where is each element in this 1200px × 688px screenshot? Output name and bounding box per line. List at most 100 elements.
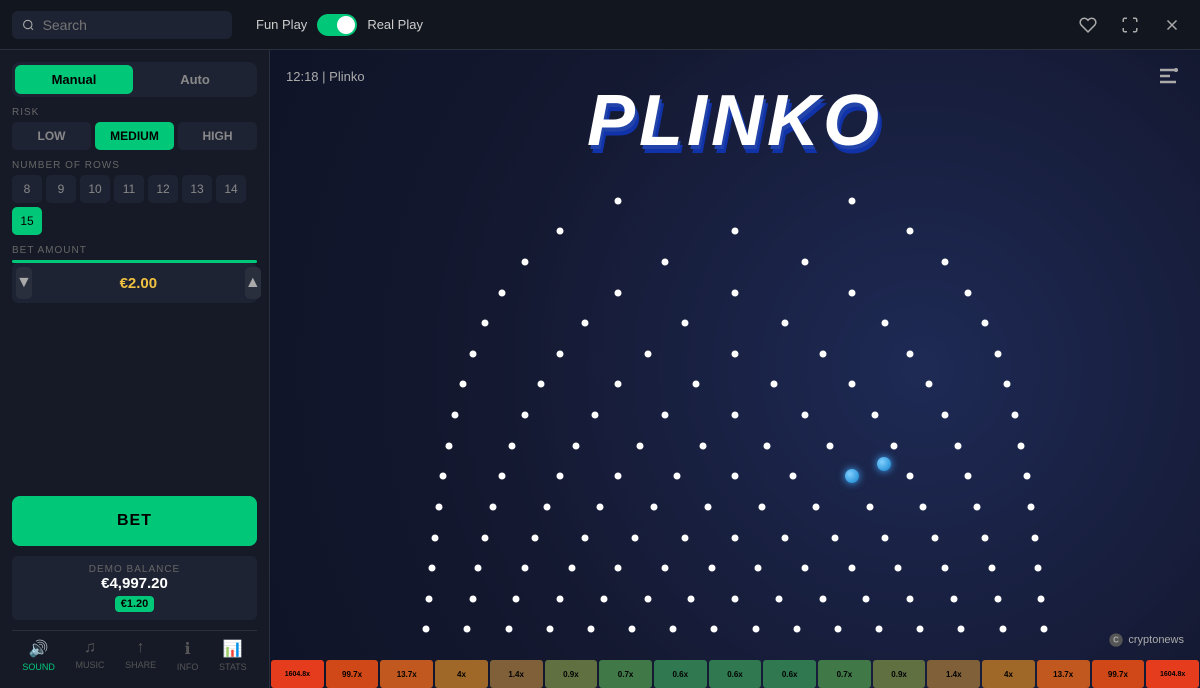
peg — [615, 197, 622, 204]
peg — [482, 320, 489, 327]
peg — [464, 626, 471, 633]
peg — [537, 381, 544, 388]
bet-decrease-button[interactable]: ▼ — [16, 267, 32, 299]
mode-toggle-switch[interactable] — [317, 14, 357, 36]
ball — [877, 457, 891, 471]
game-time-title: 12:18 | Plinko — [286, 69, 365, 84]
peg — [732, 228, 739, 235]
bet-amount-input[interactable] — [38, 275, 239, 292]
bucket-15: 99.7x — [1092, 660, 1145, 688]
nav-sound[interactable]: 🔊 SOUND — [22, 639, 55, 672]
balance-badge: €1.20 — [115, 596, 155, 612]
peg — [428, 565, 435, 572]
peg — [636, 442, 643, 449]
peg — [1028, 503, 1035, 510]
bet-increase-button[interactable]: ▲ — [245, 267, 261, 299]
peg — [907, 595, 914, 602]
search-input[interactable] — [43, 17, 222, 33]
peg — [863, 595, 870, 602]
peg — [705, 503, 712, 510]
risk-high[interactable]: HIGH — [178, 122, 257, 150]
bucket-5: 0.9x — [545, 660, 598, 688]
peg — [958, 626, 965, 633]
peg — [965, 473, 972, 480]
bucket-10: 0.7x — [818, 660, 871, 688]
tab-manual[interactable]: Manual — [15, 65, 133, 94]
row-13[interactable]: 13 — [182, 175, 212, 203]
peg — [708, 565, 715, 572]
peg — [445, 442, 452, 449]
peg — [440, 473, 447, 480]
bet-amount-label: BET AMOUNT — [12, 245, 257, 256]
row-9[interactable]: 9 — [46, 175, 76, 203]
favorite-button[interactable] — [1072, 9, 1104, 41]
peg — [1038, 595, 1045, 602]
peg — [568, 565, 575, 572]
peg — [546, 626, 553, 633]
row-10[interactable]: 10 — [80, 175, 110, 203]
nav-share[interactable]: ↑ SHARE — [125, 639, 156, 672]
close-button[interactable] — [1156, 9, 1188, 41]
demo-balance-amount: €4,997.20 — [20, 575, 249, 592]
peg — [882, 534, 889, 541]
peg — [459, 381, 466, 388]
game-menu-icon[interactable] — [1152, 60, 1184, 92]
row-14[interactable]: 14 — [216, 175, 246, 203]
row-11[interactable]: 11 — [114, 175, 144, 203]
risk-section: RISK LOW MEDIUM HIGH — [12, 107, 257, 150]
peg — [848, 381, 855, 388]
peg — [782, 320, 789, 327]
peg — [1035, 565, 1042, 572]
peg — [688, 595, 695, 602]
peg — [509, 442, 516, 449]
peg — [942, 565, 949, 572]
risk-medium[interactable]: MEDIUM — [95, 122, 174, 150]
peg — [505, 626, 512, 633]
nav-music[interactable]: ♫ MUSIC — [76, 639, 105, 672]
nav-stats-label: STATS — [219, 662, 247, 672]
stats-icon: 📊 — [223, 639, 243, 659]
peg — [597, 503, 604, 510]
peg — [632, 534, 639, 541]
search-box — [12, 11, 232, 39]
peg — [982, 534, 989, 541]
peg — [752, 626, 759, 633]
peg — [670, 626, 677, 633]
plinko-board — [385, 170, 1085, 660]
peg — [802, 258, 809, 265]
nav-info[interactable]: ℹ INFO — [177, 639, 199, 672]
peg — [812, 503, 819, 510]
peg — [994, 350, 1001, 357]
rows-label: NUMBER OF ROWS — [12, 160, 257, 171]
rows-grid: 8 9 10 11 12 13 14 15 — [12, 175, 257, 235]
peg — [513, 595, 520, 602]
peg — [882, 320, 889, 327]
peg — [482, 534, 489, 541]
bucket-11: 0.9x — [873, 660, 926, 688]
peg — [763, 442, 770, 449]
nav-share-label: SHARE — [125, 660, 156, 670]
peg — [711, 626, 718, 633]
tab-auto[interactable]: Auto — [136, 65, 254, 94]
row-8[interactable]: 8 — [12, 175, 42, 203]
risk-label: RISK — [12, 107, 257, 118]
peg — [782, 534, 789, 541]
bet-button[interactable]: BET — [12, 496, 257, 546]
peg — [827, 442, 834, 449]
bet-amount-section: BET AMOUNT ▼ ▲ — [12, 245, 257, 303]
peg — [498, 473, 505, 480]
peg — [682, 534, 689, 541]
row-12[interactable]: 12 — [148, 175, 178, 203]
rows-section: NUMBER OF ROWS 8 9 10 11 12 13 14 15 — [12, 160, 257, 235]
risk-low[interactable]: LOW — [12, 122, 91, 150]
fullscreen-button[interactable] — [1114, 9, 1146, 41]
peg — [999, 626, 1006, 633]
peg — [819, 595, 826, 602]
bucket-8: 0.6x — [709, 660, 762, 688]
peg — [423, 626, 430, 633]
game-time: 12:18 — [286, 69, 319, 84]
row-15[interactable]: 15 — [12, 207, 42, 235]
peg — [522, 258, 529, 265]
peg — [700, 442, 707, 449]
nav-stats[interactable]: 📊 STATS — [219, 639, 247, 672]
